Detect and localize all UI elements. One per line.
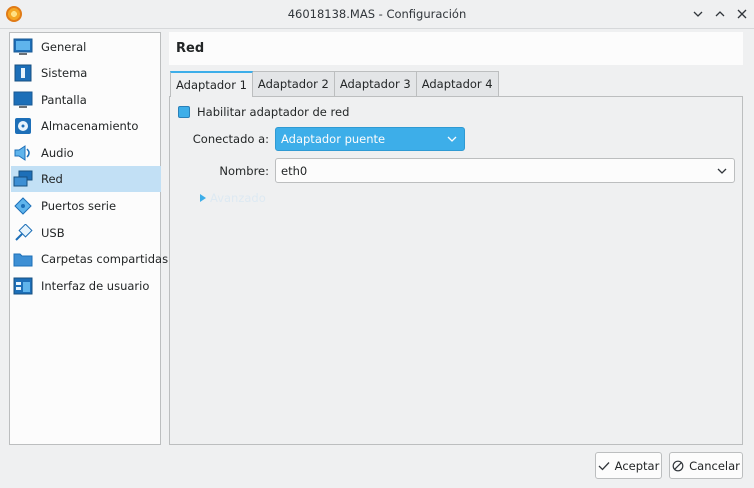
sidebar-item-label: Audio — [41, 146, 74, 160]
chevron-down-icon — [717, 168, 727, 174]
expand-arrow-icon — [200, 194, 206, 202]
sidebar-item-label: Pantalla — [41, 93, 87, 107]
ok-button[interactable]: Aceptar — [595, 452, 662, 479]
ok-button-label: Aceptar — [614, 458, 660, 473]
tab-adaptador-2[interactable]: Adaptador 2 — [251, 71, 335, 96]
cancel-icon — [672, 460, 684, 471]
page-header: Red — [169, 32, 743, 65]
chevron-up-icon — [715, 11, 725, 17]
sidebar-item-audio[interactable]: Audio — [11, 140, 161, 166]
enable-adapter-row: Habilitar adaptador de red — [178, 104, 349, 120]
tab-adaptador-1[interactable]: Adaptador 1 — [170, 71, 253, 97]
sidebar-item-label: Sistema — [41, 66, 88, 80]
sidebar-item-interfaz-de-usuario[interactable]: Interfaz de usuario — [11, 273, 161, 299]
sidebar-item-label: Puertos serie — [41, 199, 117, 213]
minimize-button[interactable] — [688, 4, 708, 24]
sidebar-item-carpetas-compartidas[interactable]: Carpetas compartidas — [11, 246, 168, 272]
sidebar-item-label: General — [41, 40, 87, 54]
advanced-label: Avanzado — [210, 191, 266, 205]
audio-icon — [13, 143, 33, 163]
enable-adapter-checkbox[interactable] — [178, 106, 190, 118]
cancel-button-label: Cancelar — [689, 458, 740, 473]
adapter-tabs: Adaptador 1 Adaptador 2 Adaptador 3 Adap… — [170, 71, 499, 97]
close-button[interactable] — [732, 4, 752, 24]
sidebar-item-label: Interfaz de usuario — [41, 279, 150, 293]
window-title: 46018138.MAS - Configuración — [287, 7, 467, 21]
tab-adaptador-4[interactable]: Adaptador 4 — [415, 71, 499, 96]
checkmark-icon — [598, 461, 610, 470]
attached-to-select[interactable]: Adaptador puente — [275, 127, 465, 151]
cancel-button[interactable]: Cancelar — [669, 452, 743, 479]
storage-icon — [13, 116, 33, 136]
serial-ports-icon — [13, 196, 33, 216]
sidebar-item-pantalla[interactable]: Pantalla — [11, 87, 161, 113]
chevron-down-icon — [693, 11, 703, 17]
sidebar-item-label: Red — [41, 172, 63, 186]
sidebar-item-label: Carpetas compartidas — [41, 252, 169, 266]
enable-adapter-label[interactable]: Habilitar adaptador de red — [197, 105, 349, 119]
user-interface-icon — [13, 276, 33, 296]
system-icon — [13, 63, 33, 83]
attached-to-label: Conectado a: — [192, 132, 269, 146]
sidebar-item-almacenamiento[interactable]: Almacenamiento — [11, 113, 161, 139]
page-title: Red — [176, 41, 205, 56]
sidebar-item-puertos-serie[interactable]: Puertos serie — [11, 193, 161, 219]
title-bar: 46018138.MAS - Configuración — [0, 0, 754, 29]
sidebar-item-label: Almacenamiento — [41, 119, 139, 133]
sidebar-item-red[interactable]: Red — [11, 166, 161, 192]
attached-to-value: Adaptador puente — [281, 132, 386, 146]
tab-adaptador-3[interactable]: Adaptador 3 — [333, 71, 417, 96]
adapter-name-value: eth0 — [281, 163, 308, 178]
shared-folders-icon — [13, 249, 33, 269]
name-label: Nombre: — [219, 164, 269, 178]
sidebar-item-sistema[interactable]: Sistema — [11, 60, 161, 86]
chevron-down-icon — [447, 136, 457, 142]
general-icon — [13, 37, 33, 57]
maximize-button[interactable] — [710, 4, 730, 24]
sidebar-item-general[interactable]: General — [11, 34, 161, 60]
advanced-expander[interactable]: Avanzado — [199, 191, 266, 205]
sidebar-item-label: USB — [41, 226, 65, 240]
adapter-name-select[interactable]: eth0 — [275, 158, 735, 183]
close-icon — [737, 9, 747, 19]
sidebar-item-usb[interactable]: USB — [11, 220, 161, 246]
usb-icon — [13, 223, 33, 243]
settings-sidebar: General Sistema Pantalla Almacenamiento … — [9, 32, 168, 445]
display-icon — [13, 90, 33, 110]
network-icon — [13, 169, 33, 189]
